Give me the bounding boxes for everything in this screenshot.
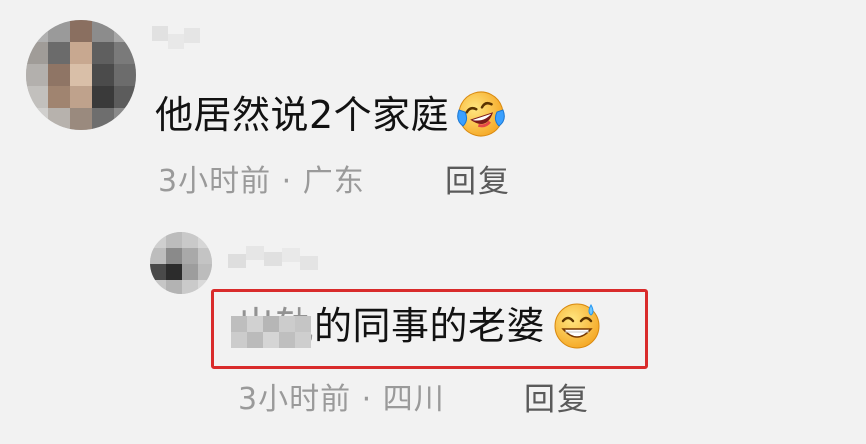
comment-meta: 3小时前 · 四川: [238, 378, 445, 422]
blurred-text: 出轨: [231, 298, 314, 354]
comment-meta: 3小时前 · 广东: [158, 160, 365, 204]
comment-text: 出轨 的同事的老婆: [231, 298, 603, 355]
meta-separator: ·: [281, 164, 293, 199]
username-redacted[interactable]: [228, 246, 320, 276]
meta-separator: ·: [361, 382, 373, 417]
reply-button[interactable]: 回复: [445, 160, 511, 204]
laughing-crying-emoji-icon: [455, 88, 507, 140]
comment-body: 的同事的老婆: [314, 304, 546, 348]
username-redacted[interactable]: [152, 26, 200, 56]
reply-button[interactable]: 回复: [524, 378, 590, 422]
timestamp: 3小时前: [238, 382, 352, 417]
blur-mosaic: [231, 302, 323, 348]
avatar[interactable]: [150, 232, 212, 294]
avatar[interactable]: [26, 20, 136, 130]
timestamp: 3小时前: [158, 164, 272, 199]
location: 四川: [382, 382, 445, 417]
comment-text: 他居然说2个家庭: [155, 88, 507, 144]
comment-body: 他居然说2个家庭: [155, 93, 450, 137]
location: 广东: [302, 164, 365, 199]
sweat-smile-emoji-icon: [551, 299, 603, 351]
